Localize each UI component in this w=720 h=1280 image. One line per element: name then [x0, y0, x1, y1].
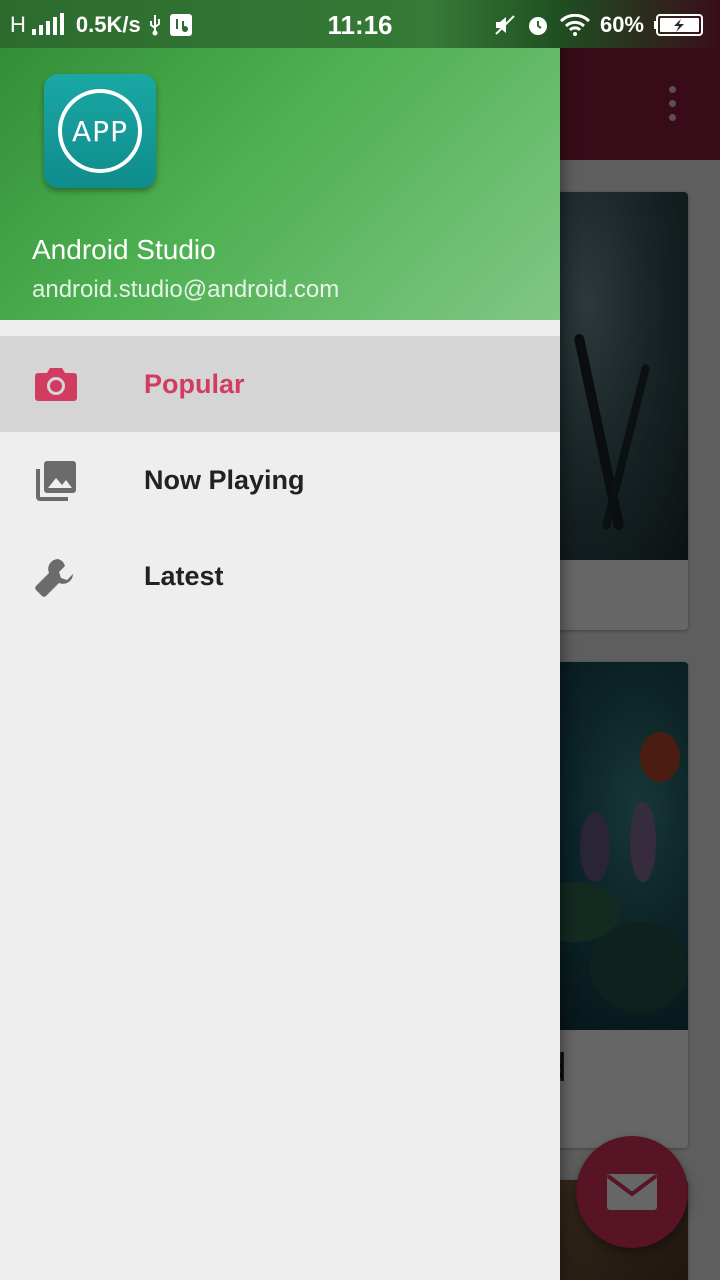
battery-icon — [654, 14, 703, 36]
wrench-icon — [35, 559, 73, 597]
menu-item-latest[interactable]: Latest — [0, 528, 560, 624]
menu-item-popular[interactable]: Popular — [0, 336, 560, 432]
mute-icon — [495, 15, 515, 35]
app-logo: APP — [44, 74, 156, 188]
camera-icon — [35, 368, 77, 401]
menu-item-label: Now Playing — [144, 465, 305, 495]
battery-percent: 60% — [599, 12, 644, 37]
menu-item-now-playing[interactable]: Now Playing — [0, 432, 560, 528]
navigation-drawer: APP Android Studio android.studio@androi… — [0, 0, 560, 1280]
photo-library-icon — [36, 461, 76, 501]
drawer-menu: Popular Now Playing Latest — [0, 336, 560, 624]
menu-item-label: Latest — [144, 561, 224, 591]
account-name: Android Studio — [32, 234, 216, 265]
status-bar: H 0.5K/s 11:16 60% — [0, 0, 720, 48]
menu-item-label: Popular — [144, 369, 245, 399]
app-logo-text: APP — [58, 89, 142, 173]
account-email: android.studio@android.com — [32, 276, 340, 303]
alarm-icon — [528, 17, 547, 35]
wifi-icon — [559, 14, 590, 36]
drawer-header: APP Android Studio android.studio@androi… — [0, 0, 560, 320]
